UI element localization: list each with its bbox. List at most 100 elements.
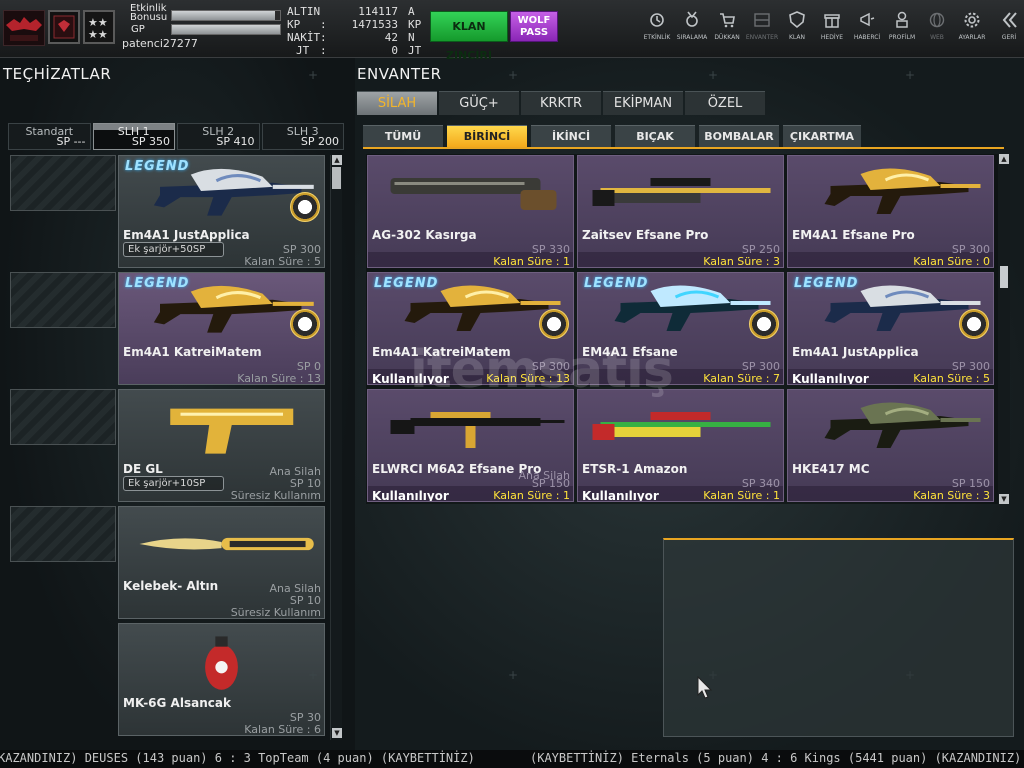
bonusu-label: Bonusu bbox=[130, 12, 168, 23]
equipment-scrollbar[interactable]: ▲ ▼ bbox=[330, 155, 342, 740]
subtab-çikartma[interactable]: ÇIKARTMA bbox=[783, 125, 861, 147]
item-name: Em4A1 KatreiMatem bbox=[123, 345, 262, 359]
nav-cart-button[interactable]: DÜKKAN bbox=[710, 8, 744, 52]
ticker-left-text: KAZANDINIZ) DEUSES (143 puan) 6 : 3 TopT… bbox=[0, 751, 475, 765]
currency-row: JT : 0 JT bbox=[284, 44, 424, 57]
knife-gold-weapon-icon bbox=[139, 537, 314, 551]
clan-logo[interactable] bbox=[3, 10, 45, 46]
inventory-card[interactable]: LEGEND EM4A1 Efsane SP 300 Kalan Süre : 7 bbox=[577, 272, 784, 385]
weapon-image bbox=[119, 624, 324, 696]
inventory-card[interactable]: Zaitsev Efsane Pro SP 250 Kalan Süre : 3 bbox=[577, 155, 784, 268]
weapon-image bbox=[788, 156, 993, 226]
top-navigation: ETKİNLİK SIRALAMA DÜKKAN ENVANTER KLAN HEDİYE… bbox=[640, 8, 1024, 52]
inventory-card[interactable]: AG-302 Kasırga SP 330 Kalan Süre : 1 bbox=[367, 155, 574, 268]
in-use-label: Kullanılıyor bbox=[582, 489, 659, 502]
scroll-up-arrow-icon[interactable]: ▲ bbox=[332, 155, 342, 165]
tab-krktr[interactable]: KRKTR bbox=[521, 91, 601, 115]
currency-colon: : bbox=[320, 44, 327, 57]
equipment-card[interactable]: LEGEND Em4A1 JustApplica Ek şarjör+50SP SP … bbox=[118, 155, 325, 268]
rank-stars-badge: ★★ ★★ bbox=[83, 10, 115, 44]
slot-tab-slh-2[interactable]: SLH 2 SP 410 bbox=[177, 123, 260, 150]
item-name: HKE417 MC bbox=[792, 462, 870, 476]
wolf-pass-button[interactable]: WOLF PASS bbox=[510, 11, 558, 42]
subtab-bi̇ri̇nci̇[interactable]: BİRİNCİ bbox=[447, 125, 527, 147]
owner-emblem-icon bbox=[959, 309, 989, 339]
inventory-card[interactable]: ETSR-1 Amazon SP 340 Kullanılıyor Kalan Sür… bbox=[577, 389, 784, 502]
slot-tab-sp: SP 200 bbox=[300, 135, 339, 148]
equipment-card[interactable]: LEGEND Em4A1 KatreiMatem SP 0 Kalan Süre : … bbox=[118, 272, 325, 385]
nav-label: ENVANTER bbox=[745, 34, 779, 41]
empty-equipment-slot[interactable] bbox=[10, 155, 116, 211]
subtab-i̇ki̇nci̇[interactable]: İKİNCİ bbox=[531, 125, 611, 147]
equipment-card[interactable]: MK-6G Alsancak SP 30 Kalan Süre : 6 bbox=[118, 623, 325, 736]
item-remaining-time: Kalan Süre : 6 bbox=[244, 723, 321, 736]
plus-marker: + bbox=[308, 668, 319, 682]
item-detail-panel bbox=[663, 538, 1014, 737]
etkinlik-progress-bar bbox=[171, 10, 281, 21]
scroll-thumb[interactable] bbox=[1000, 266, 1008, 288]
item-name: AG-302 Kasırga bbox=[372, 228, 477, 242]
item-remaining-time: Kalan Süre : 0 bbox=[913, 255, 990, 268]
item-remaining-time: Kalan Süre : 7 bbox=[703, 372, 780, 385]
subtab-tümü[interactable]: TÜMÜ bbox=[363, 125, 443, 147]
slot-tab-slh-3[interactable]: SLH 3 SP 200 bbox=[261, 123, 344, 150]
nav-clock-button[interactable]: ETKİNLİK bbox=[640, 8, 674, 52]
klan-chain-button[interactable]: KLAN ZİNCİRİ bbox=[430, 11, 508, 62]
legend-logo: LEGEND bbox=[125, 159, 190, 174]
nav-megaphone-button[interactable]: HABERCİ bbox=[850, 8, 884, 52]
empty-equipment-slot[interactable] bbox=[10, 272, 116, 328]
mouse-cursor-icon bbox=[697, 676, 713, 699]
plus-marker: + bbox=[508, 68, 519, 82]
username: patenci27277 bbox=[122, 37, 198, 50]
scroll-down-arrow-icon[interactable]: ▼ bbox=[999, 494, 1009, 504]
scroll-up-arrow-icon[interactable]: ▲ bbox=[999, 154, 1009, 164]
nav-profile-button[interactable]: PROFİLM bbox=[885, 8, 919, 52]
tab-si̇lah[interactable]: SİLAH bbox=[357, 91, 437, 115]
item-remaining-time: Süresiz Kullanım bbox=[230, 606, 321, 619]
loadout-slot-tabs: Standart SP --- SLH 1 SP 350 SLH 2 SP 410 SLH … bbox=[8, 123, 346, 150]
item-name: Em4A1 KatreiMatem bbox=[372, 345, 511, 359]
slot-tab-standart[interactable]: Standart SP --- bbox=[8, 123, 91, 150]
inventory-card[interactable]: ELWRCI M6A2 Efsane Pro Ana Silah SP 150 Kul… bbox=[367, 389, 574, 502]
inventory-card[interactable]: EM4A1 Efsane Pro SP 300 Kalan Süre : 0 bbox=[787, 155, 994, 268]
scroll-thumb[interactable] bbox=[332, 167, 341, 189]
scroll-down-arrow-icon[interactable]: ▼ bbox=[332, 728, 342, 738]
nav-gear-button[interactable]: AYARLAR bbox=[955, 8, 989, 52]
item-name: ELWRCI M6A2 Efsane Pro bbox=[372, 462, 542, 476]
inventory-scrollbar[interactable]: ▲ ▼ bbox=[998, 154, 1010, 504]
tab-özel[interactable]: ÖZEL bbox=[685, 91, 765, 115]
m4-gold-weapon-icon bbox=[390, 412, 565, 448]
inventory-card[interactable]: LEGEND Em4A1 JustApplica SP 300 Kullanılıyo… bbox=[787, 272, 994, 385]
equipment-card[interactable]: DE GL Ek şarjör+10SP Ana Silah SP 10 Süresiz… bbox=[118, 389, 325, 502]
currency-value: 0 bbox=[391, 44, 398, 57]
nav-inventory-button[interactable]: ENVANTER bbox=[745, 8, 779, 52]
owner-emblem-icon bbox=[539, 309, 569, 339]
owner-emblem-icon bbox=[290, 192, 320, 222]
currency-row: ALTIN 114117 A bbox=[284, 5, 424, 18]
empty-equipment-slot[interactable] bbox=[10, 389, 116, 445]
subtab-bombalar[interactable]: BOMBALAR bbox=[699, 125, 779, 147]
nav-gift-button[interactable]: HEDİYE bbox=[815, 8, 849, 52]
item-name: ETSR-1 Amazon bbox=[582, 462, 688, 476]
nav-medal-button[interactable]: SIRALAMA bbox=[675, 8, 709, 52]
extra-magazine-tag: Ek şarjör+10SP bbox=[123, 476, 224, 491]
inventory-card[interactable]: LEGEND Em4A1 KatreiMatem SP 300 Kullanılıyo… bbox=[367, 272, 574, 385]
weapon-image bbox=[119, 390, 324, 462]
item-name: Em4A1 JustApplica bbox=[123, 228, 250, 242]
tab-eki̇pman[interactable]: EKİPMAN bbox=[603, 91, 683, 115]
item-remaining-time: Kalan Süre : 3 bbox=[913, 489, 990, 502]
equipment-card[interactable]: Kelebek- Altın Ana Silah SP 10 Süresiz Kull… bbox=[118, 506, 325, 619]
shield-icon bbox=[789, 11, 805, 29]
slot-tab-slh-1[interactable]: SLH 1 SP 350 bbox=[92, 123, 175, 150]
nav-globe-button[interactable]: WEB bbox=[920, 8, 954, 52]
subtab-biçak[interactable]: BIÇAK bbox=[615, 125, 695, 147]
empty-equipment-slot[interactable] bbox=[10, 506, 116, 562]
nav-shield-button[interactable]: KLAN bbox=[780, 8, 814, 52]
currency-unit: A bbox=[408, 5, 415, 18]
tab-güç+[interactable]: GÜÇ+ bbox=[439, 91, 519, 115]
clock-icon bbox=[650, 13, 664, 27]
nav-label: HABERCİ bbox=[853, 34, 881, 41]
nav-back-arrow-button[interactable]: GERİ bbox=[992, 8, 1024, 52]
owner-emblem-icon bbox=[290, 309, 320, 339]
inventory-card[interactable]: HKE417 MC SP 150 Kalan Süre : 3 bbox=[787, 389, 994, 502]
